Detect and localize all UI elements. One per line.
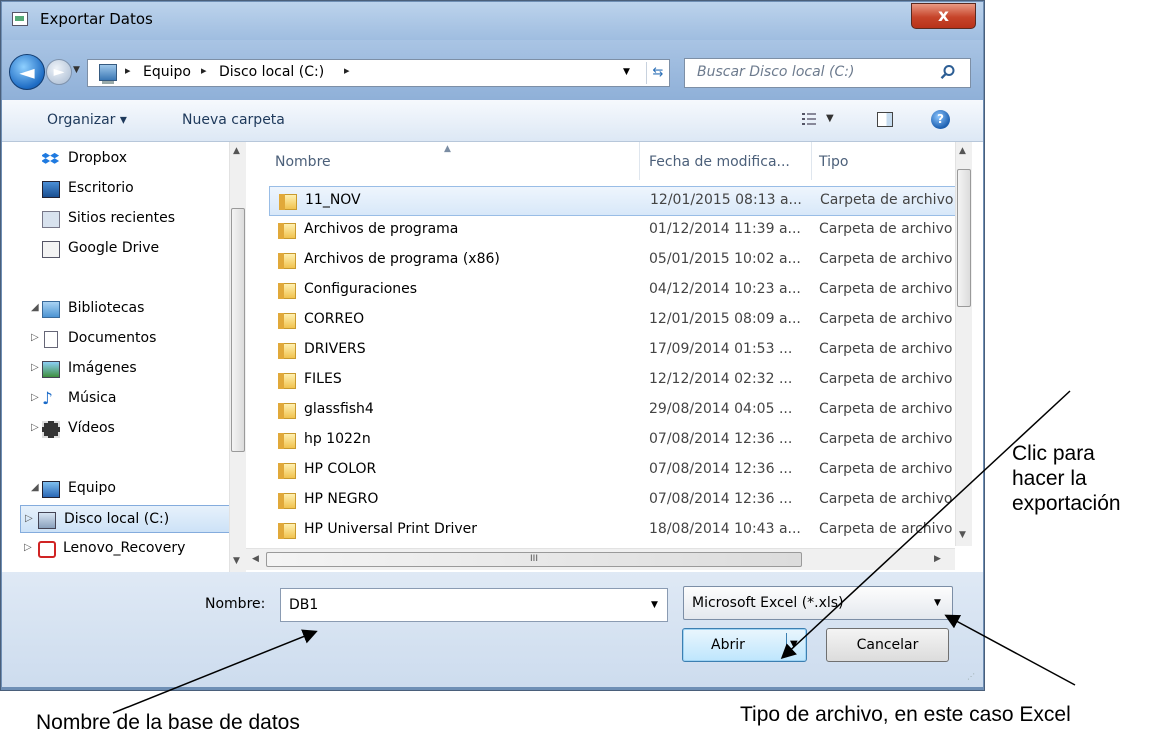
open-arrow	[780, 390, 1071, 660]
type-arrow	[944, 614, 1076, 686]
annotation-arrows	[112, 390, 1076, 714]
name-arrow	[112, 629, 318, 714]
